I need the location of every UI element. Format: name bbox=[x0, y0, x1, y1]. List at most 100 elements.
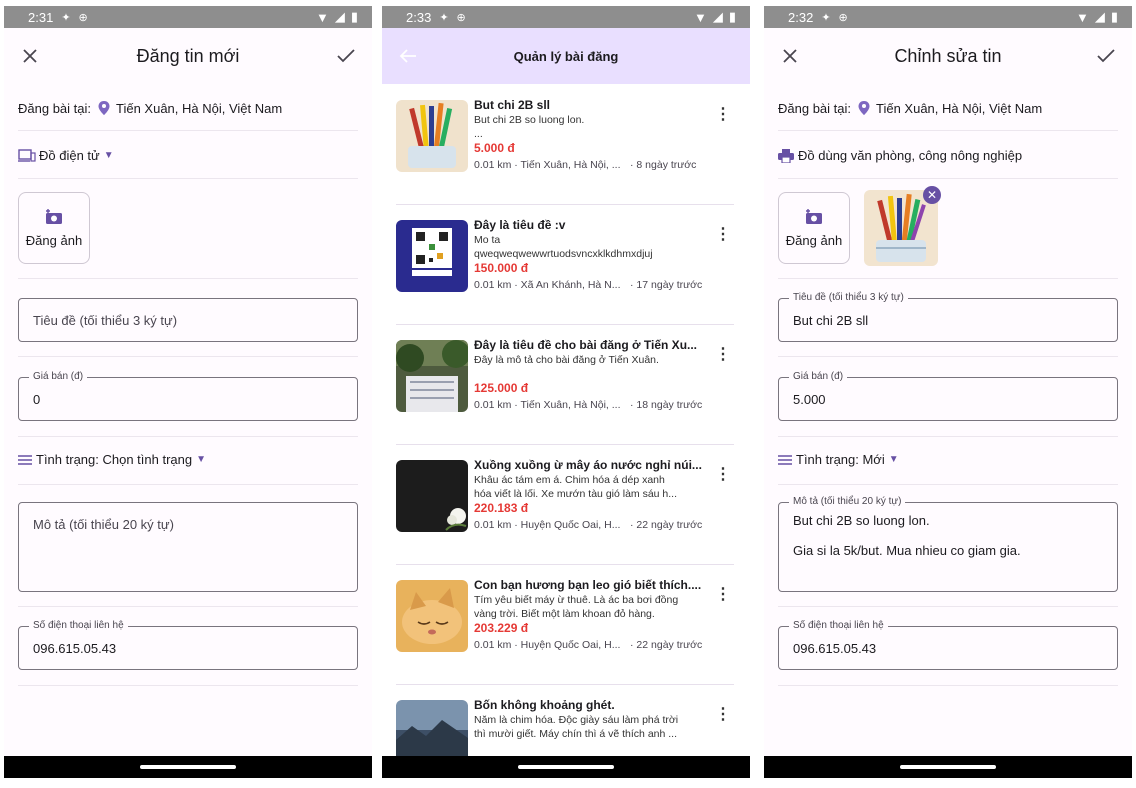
remove-image-button[interactable]: ✕ bbox=[923, 186, 941, 204]
description-input[interactable]: Mô tả (tối thiểu 20 ký tự) bbox=[18, 502, 358, 592]
category-value: Đồ điện tử bbox=[39, 148, 100, 163]
condition-value: Tình trạng: Chọn tình trạng bbox=[36, 452, 193, 467]
home-handle[interactable] bbox=[140, 765, 236, 769]
app-bar: Chỉnh sửa tin bbox=[764, 28, 1132, 84]
category-selector[interactable]: Đồ điện tử ▼ bbox=[18, 148, 358, 163]
more-vert-icon[interactable]: ⋮ bbox=[715, 104, 731, 124]
list-divider bbox=[396, 684, 734, 685]
post-title: Xuồng xuồng ừ mây áo nước nghỉ núi... bbox=[474, 458, 702, 472]
phone-value: 096.615.05.43 bbox=[33, 640, 117, 656]
menu-lines-icon bbox=[18, 454, 32, 465]
location-row[interactable]: Đăng bài tại: Tiến Xuân, Hà Nội, Việt Na… bbox=[18, 100, 358, 116]
location-label: Đăng bài tại: bbox=[778, 100, 851, 116]
signal-icon: ◢ bbox=[712, 9, 723, 24]
title-input[interactable]: Tiêu đề (tối thiểu 3 ký tự) bbox=[18, 298, 358, 342]
system-nav-bar bbox=[4, 756, 372, 778]
post-location: 0.01 km · Huyện Quốc Oai, H... bbox=[474, 639, 621, 651]
divider bbox=[18, 436, 358, 437]
add-photo-label: Đăng ảnh bbox=[25, 232, 83, 248]
battery-icon: ▮ bbox=[1110, 9, 1118, 24]
description-input[interactable]: Mô tả (tối thiểu 20 ký tự) But chi 2B so… bbox=[778, 496, 1118, 592]
manage-posts-screen: 2:33 ✦ ⊕ ▼ ◢ ▮ Quản lý bài đăng But chi … bbox=[382, 6, 750, 778]
post-price: 203.229 đ bbox=[474, 621, 529, 635]
more-vert-icon[interactable]: ⋮ bbox=[715, 464, 731, 484]
status-bar: 2:33 ✦ ⊕ ▼ ◢ ▮ bbox=[382, 6, 750, 28]
back-button[interactable] bbox=[382, 30, 434, 82]
post-price: 150.000 đ bbox=[474, 261, 529, 275]
status-time: 2:31 bbox=[28, 9, 54, 25]
post-list-item[interactable]: Xuồng xuồng ừ mây áo nước nghỉ núi... Khâ… bbox=[396, 456, 736, 534]
vpn-icon: ⊕ bbox=[838, 11, 848, 24]
wifi-icon: ▼ bbox=[1075, 9, 1089, 25]
divider bbox=[778, 130, 1118, 131]
category-selector[interactable]: Đồ dùng văn phòng, công nông nghiệp bbox=[778, 148, 1118, 163]
phone-input[interactable]: Số điện thoại liên hệ 096.615.05.43 bbox=[778, 620, 1118, 670]
save-button[interactable] bbox=[1080, 30, 1132, 82]
chevron-down-icon: ▼ bbox=[888, 454, 899, 465]
post-thumbnail bbox=[396, 340, 468, 412]
wifi-icon: ▼ bbox=[693, 9, 707, 25]
post-time: · 22 ngày trước bbox=[630, 519, 703, 531]
phone-label: Số điện thoại liên hệ bbox=[789, 620, 888, 632]
battery-icon: ▮ bbox=[728, 9, 736, 24]
close-button[interactable] bbox=[764, 30, 816, 82]
price-input[interactable]: Giá bán (đ) 5.000 bbox=[778, 371, 1118, 421]
post-time: · 18 ngày trước bbox=[630, 399, 703, 411]
close-icon bbox=[23, 49, 37, 63]
divider bbox=[778, 356, 1118, 357]
chevron-down-icon: ▼ bbox=[103, 150, 114, 161]
title-input[interactable]: Tiêu đề (tối thiểu 3 ký tự) But chi 2B s… bbox=[778, 292, 1118, 342]
home-handle[interactable] bbox=[518, 765, 614, 769]
post-description: Khâu ác tám em á. Chim hóa á dép xanh hó… bbox=[474, 474, 678, 500]
list-divider bbox=[396, 324, 734, 325]
add-photo-label: Đăng ảnh bbox=[785, 232, 843, 248]
page-title: Quản lý bài đăng bbox=[513, 48, 619, 64]
post-list-item[interactable]: Đây là tiêu đề :v Mo ta qweqweqwewwrtuods… bbox=[396, 216, 736, 294]
list-divider bbox=[396, 564, 734, 565]
price-input[interactable]: Giá bán (đ) 0 bbox=[18, 371, 358, 421]
post-list-item[interactable]: But chi 2B sll But chi 2B so luong lon. .… bbox=[396, 96, 736, 174]
post-title: Đây là tiêu đề cho bài đăng ở Tiến Xu... bbox=[474, 338, 698, 352]
post-location: 0.01 km · Huyện Quốc Oai, H... bbox=[474, 519, 621, 531]
devices-icon bbox=[18, 148, 36, 162]
post-list-item[interactable]: Đây là tiêu đề cho bài đăng ở Tiến Xu...… bbox=[396, 336, 736, 414]
condition-selector[interactable]: Tình trạng: Chọn tình trạng ▼ bbox=[18, 452, 358, 467]
close-button[interactable] bbox=[4, 30, 56, 82]
post-time: · 22 ngày trước bbox=[630, 639, 703, 651]
add-photo-button[interactable]: Đăng ảnh bbox=[778, 192, 850, 264]
more-vert-icon[interactable]: ⋮ bbox=[715, 704, 731, 724]
post-title: Con bạn hương bạn leo gió biết thích.... bbox=[474, 578, 702, 592]
condition-selector[interactable]: Tình trạng: Mới ▼ bbox=[778, 452, 1118, 467]
close-icon bbox=[783, 49, 797, 63]
chevron-down-icon: ▼ bbox=[196, 454, 207, 465]
phone-input[interactable]: Số điện thoại liên hệ 096.615.05.43 bbox=[18, 620, 358, 670]
divider bbox=[18, 130, 358, 131]
price-label: Giá bán (đ) bbox=[29, 371, 88, 383]
divider bbox=[18, 278, 358, 279]
home-handle[interactable] bbox=[900, 765, 996, 769]
location-value: Tiến Xuân, Hà Nội, Việt Nam bbox=[116, 100, 283, 116]
post-thumbnail bbox=[396, 100, 468, 172]
location-row[interactable]: Đăng bài tại: Tiến Xuân, Hà Nội, Việt Na… bbox=[778, 100, 1118, 116]
post-location: 0.01 km · Tiến Xuân, Hà Nội, ... bbox=[474, 159, 621, 171]
signal-icon: ◢ bbox=[334, 9, 345, 24]
more-vert-icon[interactable]: ⋮ bbox=[715, 584, 731, 604]
price-value: 0 bbox=[33, 391, 41, 407]
page-title: Đăng tin mới bbox=[136, 45, 240, 66]
post-time: · 17 ngày trước bbox=[630, 279, 703, 291]
more-vert-icon[interactable]: ⋮ bbox=[715, 224, 731, 244]
location-pin-icon bbox=[98, 101, 110, 115]
submit-button[interactable] bbox=[320, 30, 372, 82]
post-list-item[interactable]: Con bạn hương bạn leo gió biết thích....… bbox=[396, 576, 736, 654]
post-title: Đây là tiêu đề :v bbox=[474, 218, 566, 232]
phone-label: Số điện thoại liên hệ bbox=[29, 620, 128, 632]
post-title: Bốn không khoảng ghét. bbox=[474, 698, 615, 712]
create-post-screen: 2:31 ✦ ⊕ ▼ ◢ ▮ Đăng tin mới Đăng bài tại… bbox=[4, 6, 372, 778]
vpn-icon: ⊕ bbox=[456, 11, 466, 24]
title-placeholder: Tiêu đề (tối thiểu 3 ký tự) bbox=[33, 312, 178, 328]
add-photo-button[interactable]: Đăng ảnh bbox=[18, 192, 90, 264]
divider bbox=[778, 178, 1118, 179]
signal-icon: ◢ bbox=[1094, 9, 1105, 24]
post-title: But chi 2B sll bbox=[474, 98, 551, 112]
more-vert-icon[interactable]: ⋮ bbox=[715, 344, 731, 364]
